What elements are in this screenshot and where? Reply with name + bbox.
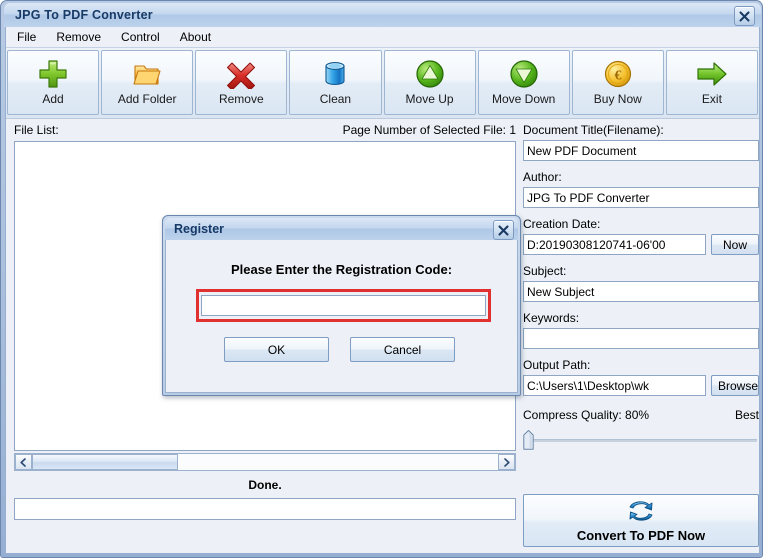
green-arrow-right-icon [696, 57, 728, 91]
dialog-close-glyph [498, 224, 509, 236]
creation-date-input[interactable] [523, 234, 706, 255]
compress-quality-slider[interactable] [523, 428, 759, 454]
application-window: JPG To PDF Converter File Remove Control… [0, 0, 763, 558]
output-path-input[interactable] [523, 375, 706, 396]
menu-item-control[interactable]: Control [112, 28, 169, 46]
progress-bar [14, 498, 516, 520]
subject-input[interactable] [523, 281, 759, 302]
blue-bin-icon [320, 57, 350, 91]
register-dialog: Register Please Enter the Registration C… [162, 215, 521, 396]
close-glyph [739, 10, 750, 22]
now-button[interactable]: Now [711, 234, 759, 255]
convert-to-pdf-button[interactable]: Convert To PDF Now [523, 494, 759, 547]
toolbar-label-move-down: Move Down [492, 92, 556, 106]
author-input[interactable] [523, 187, 759, 208]
dialog-prompt: Please Enter the Registration Code: [230, 262, 453, 277]
toolbar-button-clean[interactable]: Clean [289, 50, 382, 115]
creation-date-row: Now [523, 234, 759, 255]
dialog-close-icon[interactable] [493, 220, 514, 240]
svg-text:€: € [614, 69, 621, 84]
compress-quality-label: Compress Quality: 80% [523, 408, 650, 422]
folder-icon [131, 57, 163, 91]
right-panel: Document Title(Filename): Author: Creati… [523, 123, 759, 547]
red-x-icon [225, 57, 257, 91]
output-path-label: Output Path: [523, 358, 591, 372]
keywords-input[interactable] [523, 328, 759, 349]
creation-date-label: Creation Date: [523, 217, 601, 231]
scrollbar-thumb[interactable] [32, 454, 178, 470]
file-list-label: File List: [14, 123, 59, 137]
dialog-title: Register [174, 222, 225, 236]
compress-quality-row: Compress Quality: 80% Best [523, 408, 759, 422]
document-title-label: Document Title(Filename): [523, 123, 664, 137]
dialog-title-bar: Register [165, 218, 518, 240]
registration-code-input[interactable] [201, 295, 486, 316]
ok-button[interactable]: OK [224, 337, 329, 362]
author-label: Author: [523, 170, 562, 184]
toolbar: Add Add Folder Remove Clean Move Up Move… [6, 48, 759, 119]
toolbar-label-buy-now: Buy Now [593, 92, 642, 106]
output-path-row: Browse [523, 375, 759, 396]
file-list-header: File List: Page Number of Selected File:… [14, 123, 516, 139]
scrollbar-track[interactable] [32, 454, 498, 470]
toolbar-button-buy-now[interactable]: € Buy Now [571, 50, 664, 115]
toolbar-button-move-up[interactable]: Move Up [383, 50, 476, 115]
toolbar-label-move-up: Move Up [405, 92, 454, 106]
toolbar-button-remove[interactable]: Remove [195, 50, 288, 115]
toolbar-label-remove: Remove [218, 92, 264, 106]
toolbar-label-add-folder: Add Folder [117, 92, 177, 106]
arrow-down-circle-icon [509, 57, 539, 91]
convert-to-pdf-label: Convert To PDF Now [576, 528, 706, 543]
close-icon[interactable] [734, 6, 755, 26]
slider-track [525, 439, 757, 442]
status-text: Done. [248, 478, 282, 492]
slider-thumb[interactable] [523, 430, 534, 450]
convert-arrows-icon [627, 498, 655, 527]
chevron-left-icon[interactable] [15, 454, 32, 470]
menu-bar: File Remove Control About [6, 27, 759, 48]
gold-coin-icon: € [603, 57, 633, 91]
toolbar-label-exit: Exit [701, 92, 722, 106]
dialog-body: Please Enter the Registration Code: OK C… [165, 240, 518, 393]
registration-code-highlight [196, 289, 491, 322]
toolbar-button-move-down[interactable]: Move Down [477, 50, 570, 115]
chevron-right-icon[interactable] [498, 454, 515, 470]
keywords-label: Keywords: [523, 311, 580, 325]
toolbar-button-exit[interactable]: Exit [665, 50, 758, 115]
cancel-button[interactable]: Cancel [350, 337, 455, 362]
toolbar-label-add: Add [42, 92, 64, 106]
browse-button[interactable]: Browse [711, 375, 759, 396]
toolbar-label-clean: Clean [319, 92, 352, 106]
green-plus-icon [37, 57, 69, 91]
toolbar-button-add[interactable]: Add [7, 50, 100, 115]
menu-item-file[interactable]: File [8, 28, 45, 46]
toolbar-button-add-folder[interactable]: Add Folder [101, 50, 194, 115]
file-list-horizontal-scrollbar[interactable] [14, 453, 516, 471]
compress-quality-best-label: Best [734, 408, 759, 422]
page-number-label: Page Number of Selected File: 1 [342, 123, 516, 137]
document-title-input[interactable] [523, 140, 759, 161]
subject-label: Subject: [523, 264, 567, 278]
arrow-up-circle-icon [415, 57, 445, 91]
title-bar: JPG To PDF Converter [4, 3, 761, 27]
menu-item-remove[interactable]: Remove [47, 28, 110, 46]
menu-item-about[interactable]: About [171, 28, 220, 46]
window-title: JPG To PDF Converter [15, 8, 153, 22]
